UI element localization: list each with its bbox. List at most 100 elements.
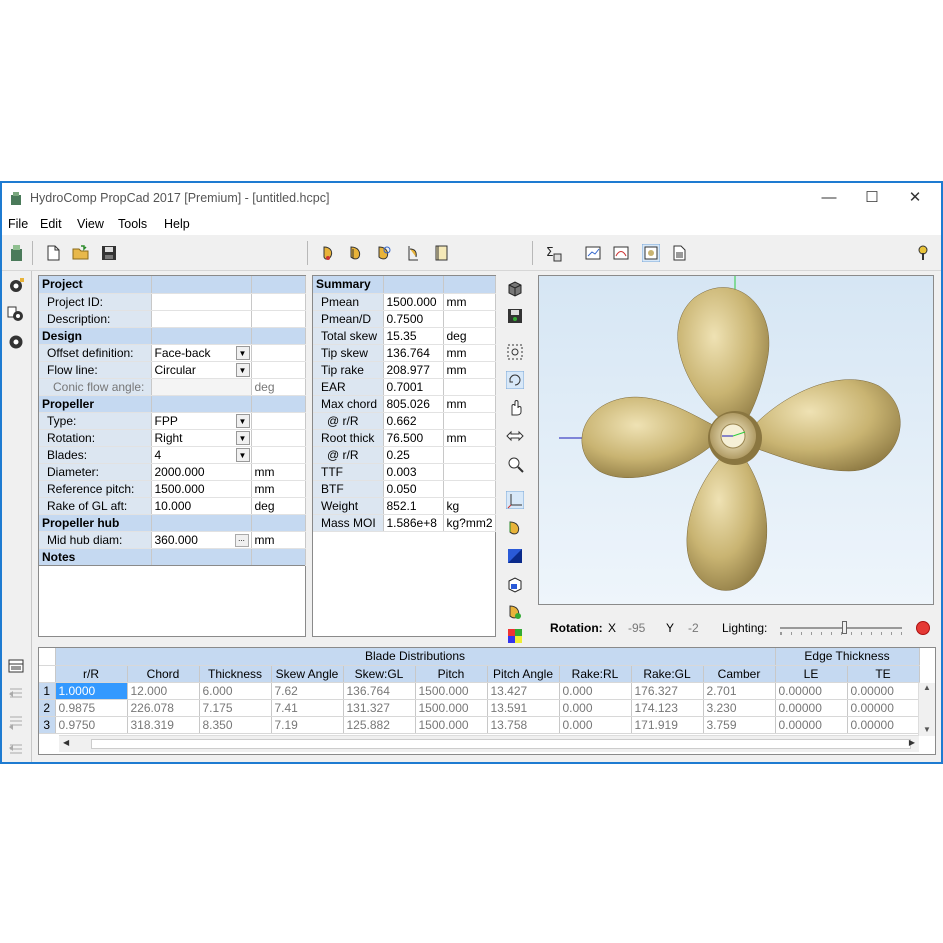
export-table-icon[interactable] (7, 713, 25, 731)
scroll-left-icon[interactable]: ◀ (63, 738, 69, 747)
color-fill-icon[interactable] (506, 547, 524, 565)
chevron-down-icon[interactable]: ▼ (235, 362, 250, 377)
table-cell[interactable]: 226.078 (127, 699, 200, 717)
blade-tool-3-icon[interactable] (376, 244, 394, 262)
table-row[interactable]: 2 0.9875 226.078 7.175 7.41 131.327 1500.000 13… (39, 699, 920, 717)
table-cell[interactable]: 171.919 (631, 716, 704, 734)
sum-icon[interactable]: Σ (544, 244, 562, 262)
ellipsis-icon[interactable]: ... (234, 533, 249, 547)
blades-select[interactable]: 4 ▼ (151, 446, 252, 464)
table-view-icon[interactable] (7, 657, 25, 675)
table-cell[interactable]: 1500.000 (415, 699, 488, 717)
table-cell[interactable]: 1.0000 (55, 682, 128, 700)
scroll-right-icon[interactable]: ▶ (909, 738, 915, 747)
table-cell[interactable]: 7.175 (199, 699, 272, 717)
table-cell[interactable]: 0.00000 (847, 699, 920, 717)
table-cell[interactable]: 1500.000 (415, 716, 488, 734)
chevron-down-icon[interactable]: ▼ (235, 430, 250, 445)
table-cell[interactable]: 2.701 (703, 682, 776, 700)
menu-edit[interactable]: Edit (40, 217, 62, 231)
help-icon[interactable] (914, 244, 932, 262)
table-cell[interactable]: 6.000 (199, 682, 272, 700)
table-cell[interactable]: 125.882 (343, 716, 416, 734)
blade-color-icon[interactable] (506, 603, 524, 621)
table-cell[interactable]: 176.327 (631, 682, 704, 700)
table-cell[interactable]: 7.19 (271, 716, 344, 734)
table-cell[interactable]: 0.00000 (775, 682, 848, 700)
scroll-up-icon[interactable]: ▲ (919, 683, 935, 692)
view-3d-box-icon[interactable] (506, 279, 524, 297)
table-cell[interactable]: 13.591 (487, 699, 560, 717)
table-row[interactable]: 1 1.0000 12.000 6.000 7.62 136.764 1500.000 13.… (39, 682, 920, 700)
mid-hub-diam-field[interactable]: 360.000... (151, 531, 252, 549)
blade-tool-4-icon[interactable] (404, 244, 422, 262)
horizontal-scrollbar[interactable]: ◀ ▶ (59, 735, 919, 752)
table-cell[interactable]: 318.319 (127, 716, 200, 734)
rotation-select[interactable]: Right ▼ (151, 429, 252, 447)
table-cell[interactable]: 7.62 (271, 682, 344, 700)
table-cell[interactable]: 0.000 (559, 682, 632, 700)
table-cell[interactable]: 7.41 (271, 699, 344, 717)
blade-tool-2-icon[interactable] (348, 244, 366, 262)
vertical-scrollbar[interactable]: ▲ ▼ (918, 683, 935, 736)
axes-icon[interactable] (506, 491, 524, 509)
table-cell[interactable]: 136.764 (343, 682, 416, 700)
pan-icon[interactable] (506, 399, 524, 417)
3d-view-icon[interactable] (642, 244, 660, 262)
table-cell[interactable]: 13.758 (487, 716, 560, 734)
rake-field[interactable]: 10.000 (151, 497, 252, 515)
table-cell[interactable]: 3.230 (703, 699, 776, 717)
table-cell[interactable]: 12.000 (127, 682, 200, 700)
chart-view-icon[interactable] (584, 244, 602, 262)
offset-view-icon[interactable] (612, 244, 630, 262)
minimize-button[interactable]: — (809, 187, 849, 209)
notes-textarea[interactable] (39, 565, 305, 635)
menu-view[interactable]: View (77, 217, 104, 231)
type-select[interactable]: FPP ▼ (151, 412, 252, 430)
list-table-icon[interactable] (7, 741, 25, 759)
scroll-down-icon[interactable]: ▼ (919, 725, 935, 734)
menu-tools[interactable]: Tools (118, 217, 147, 231)
flow-line-select[interactable]: Circular ▼ (151, 361, 252, 379)
save-view-icon[interactable] (506, 307, 524, 325)
report-icon[interactable] (670, 244, 688, 262)
project-id-field[interactable] (151, 293, 252, 311)
stop-record-icon[interactable] (916, 621, 930, 635)
close-button[interactable]: ✕ (895, 187, 935, 209)
chevron-down-icon[interactable]: ▼ (235, 447, 250, 462)
table-cell[interactable]: 131.327 (343, 699, 416, 717)
rotate-icon[interactable] (506, 371, 524, 389)
table-cell[interactable]: 1500.000 (415, 682, 488, 700)
chevron-down-icon[interactable]: ▼ (235, 413, 250, 428)
settings-gear-icon[interactable] (7, 277, 25, 295)
notebook-icon[interactable] (432, 244, 450, 262)
lighting-slider[interactable] (780, 620, 902, 636)
table-cell[interactable]: 0.000 (559, 699, 632, 717)
table-cell[interactable]: 13.427 (487, 682, 560, 700)
blade-tool-1-icon[interactable] (320, 244, 338, 262)
horizontal-scrollbar-thumb[interactable] (91, 739, 911, 749)
chevron-down-icon[interactable]: ▼ (235, 345, 250, 360)
table-cell[interactable]: 0.00000 (775, 699, 848, 717)
diameter-field[interactable]: 2000.000 (151, 463, 252, 481)
table-cell[interactable]: 8.350 (199, 716, 272, 734)
zoom-extents-icon[interactable] (506, 343, 524, 361)
zoom-icon[interactable] (506, 455, 524, 473)
save-icon[interactable] (100, 244, 118, 262)
new-file-icon[interactable] (44, 244, 62, 262)
propeller-3d-view[interactable] (538, 275, 934, 605)
description-field[interactable] (151, 310, 252, 328)
palette-icon[interactable] (506, 627, 524, 645)
table-row[interactable]: 3 0.9750 318.319 8.350 7.19 125.882 1500.000 13… (39, 716, 920, 734)
gear-icon[interactable] (7, 333, 25, 351)
move-horizontal-icon[interactable] (506, 427, 524, 445)
menu-help[interactable]: Help (164, 217, 190, 231)
section-view-icon[interactable] (506, 575, 524, 593)
offset-definition-select[interactable]: Face-back ▼ (151, 344, 252, 362)
table-cell[interactable]: 0.000 (559, 716, 632, 734)
table-cell[interactable]: 3.759 (703, 716, 776, 734)
table-cell[interactable]: 0.9750 (55, 716, 128, 734)
open-folder-icon[interactable] (72, 244, 90, 262)
table-cell[interactable]: 0.00000 (775, 716, 848, 734)
blade-shade-icon[interactable] (506, 519, 524, 537)
